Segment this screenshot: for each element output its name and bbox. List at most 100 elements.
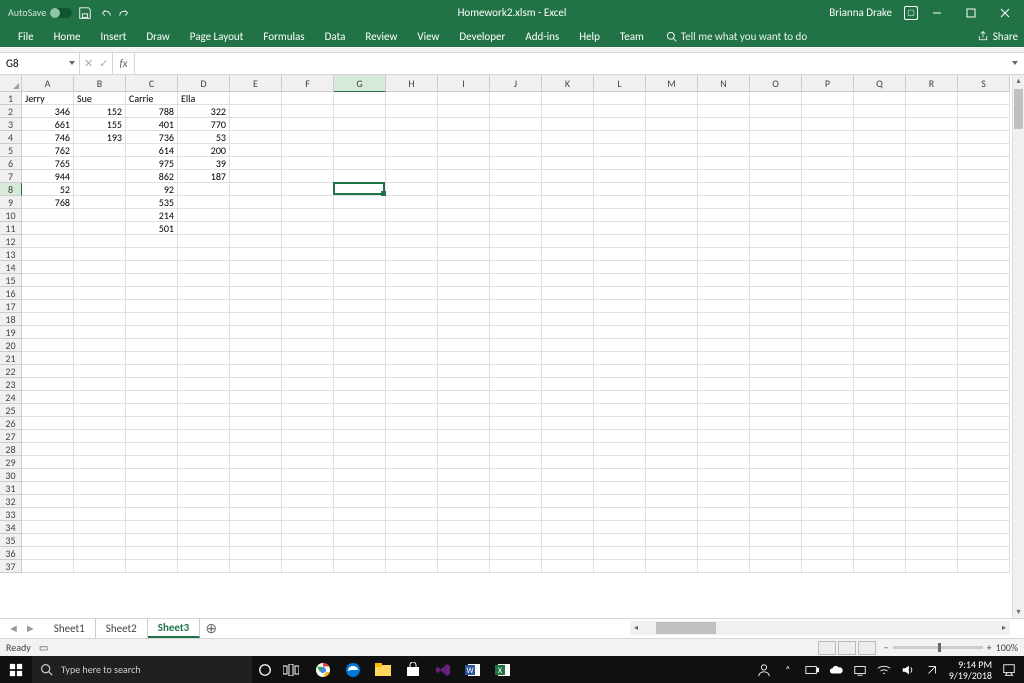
cell[interactable] [646,534,698,547]
cell[interactable] [646,469,698,482]
cell[interactable] [438,287,490,300]
cell[interactable] [178,378,230,391]
cell[interactable] [594,365,646,378]
zoom-out-button[interactable]: − [884,641,889,654]
row-header[interactable]: 33 [0,508,22,521]
cell[interactable] [438,209,490,222]
cell[interactable] [854,274,906,287]
hscroll-thumb[interactable] [656,622,716,634]
people-icon[interactable] [757,663,771,677]
cell[interactable] [542,521,594,534]
cell[interactable] [178,352,230,365]
cell[interactable] [698,222,750,235]
cell[interactable] [74,326,126,339]
cell[interactable] [490,404,542,417]
cell[interactable] [906,287,958,300]
cell[interactable] [854,209,906,222]
row-header[interactable]: 12 [0,235,22,248]
cell[interactable] [334,365,386,378]
row-header[interactable]: 1 [0,92,22,105]
cell[interactable] [854,352,906,365]
cell[interactable] [230,313,282,326]
cell[interactable] [802,560,854,573]
cell[interactable] [542,391,594,404]
cell[interactable] [438,495,490,508]
cell[interactable] [854,222,906,235]
cell[interactable] [906,534,958,547]
cell[interactable] [178,248,230,261]
cell[interactable] [178,469,230,482]
cell[interactable] [230,170,282,183]
cell[interactable] [386,183,438,196]
row-header[interactable]: 17 [0,300,22,313]
cell[interactable] [802,482,854,495]
cell[interactable] [854,508,906,521]
page-break-view-icon[interactable] [858,641,876,655]
cell[interactable] [490,183,542,196]
sheet-tab[interactable]: Sheet1 [44,619,96,638]
cell[interactable] [854,92,906,105]
cell[interactable] [438,235,490,248]
cell[interactable] [334,222,386,235]
cell[interactable] [282,352,334,365]
cell[interactable] [126,547,178,560]
cell[interactable]: 187 [178,170,230,183]
cell[interactable] [74,235,126,248]
column-header[interactable]: S [958,75,1010,92]
cell[interactable] [906,274,958,287]
cell[interactable] [334,118,386,131]
cell[interactable] [854,521,906,534]
row-header[interactable]: 6 [0,157,22,170]
excel-icon[interactable]: X [490,657,516,683]
cell[interactable] [594,209,646,222]
cell[interactable] [438,131,490,144]
cell[interactable] [906,261,958,274]
cell[interactable] [334,261,386,274]
cell[interactable] [178,183,230,196]
cell[interactable] [74,430,126,443]
cell[interactable] [802,404,854,417]
cell[interactable] [646,547,698,560]
cell[interactable] [594,508,646,521]
cell[interactable] [334,404,386,417]
cell[interactable] [438,521,490,534]
cell[interactable] [698,92,750,105]
cell[interactable] [386,547,438,560]
cell[interactable] [22,287,74,300]
cell[interactable]: 214 [126,209,178,222]
cell[interactable] [282,378,334,391]
cell[interactable] [22,417,74,430]
formula-input[interactable] [135,53,1024,74]
cell[interactable] [802,378,854,391]
cell[interactable] [74,547,126,560]
cell[interactable] [802,534,854,547]
cell[interactable] [750,378,802,391]
cell[interactable] [230,365,282,378]
network-icon[interactable] [853,663,867,677]
cell[interactable] [126,443,178,456]
cell[interactable] [594,417,646,430]
cell[interactable] [906,339,958,352]
cell[interactable] [646,326,698,339]
cell[interactable] [906,196,958,209]
ribbon-tab-help[interactable]: Help [569,25,610,47]
cell[interactable] [750,131,802,144]
cell[interactable] [230,300,282,313]
cell[interactable] [646,92,698,105]
cell[interactable] [906,365,958,378]
cell[interactable] [906,430,958,443]
cell[interactable]: 152 [74,105,126,118]
cell[interactable] [490,482,542,495]
cell[interactable] [74,456,126,469]
cell[interactable] [854,157,906,170]
cell[interactable] [802,196,854,209]
cell[interactable] [438,365,490,378]
cell[interactable] [958,404,1010,417]
ribbon-tab-draw[interactable]: Draw [136,25,179,47]
cell[interactable] [74,157,126,170]
cell[interactable] [750,339,802,352]
cell[interactable] [854,391,906,404]
cell[interactable] [178,222,230,235]
cell[interactable] [282,404,334,417]
cell[interactable] [906,378,958,391]
